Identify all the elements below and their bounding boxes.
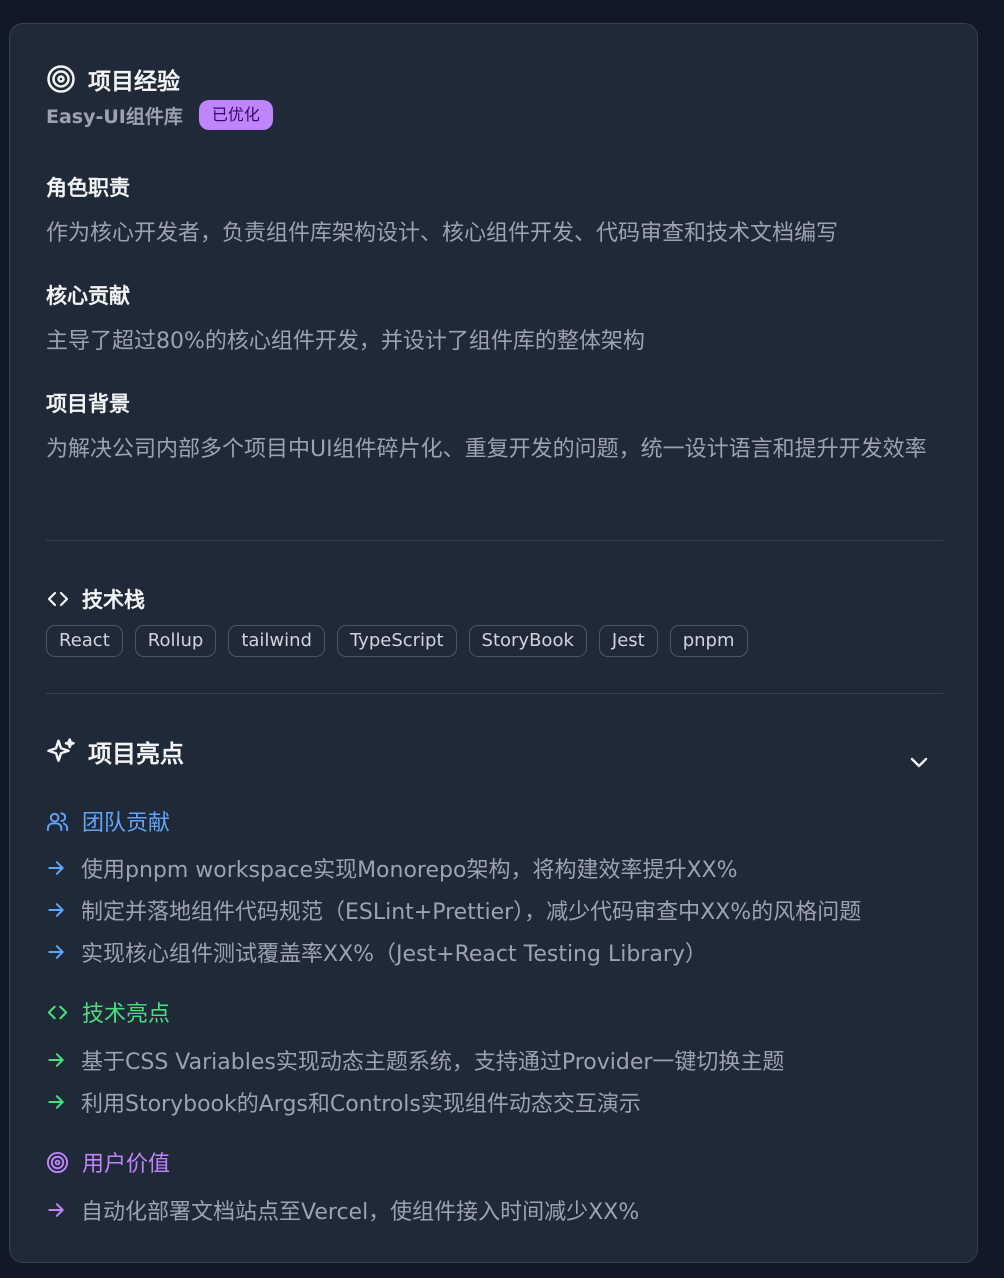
highlight-item: 制定并落地组件代码规范（ESLint+Prettier），减少代码审查中XX%的…: [46, 894, 861, 926]
tech-tag: React: [46, 625, 123, 657]
arrow-right-icon: [48, 903, 64, 917]
highlight-item: 实现核心组件测试覆盖率XX%（Jest+React Testing Librar…: [46, 936, 707, 968]
highlight-item: 利用Storybook的Args和Controls实现组件动态交互演示: [46, 1086, 641, 1118]
highlight-category-user-value: 用户价值: [46, 1146, 170, 1178]
highlight-text: 自动化部署文档站点至Vercel，使组件接入时间减少XX%: [81, 1200, 640, 1225]
arrow-right-icon: [48, 1095, 64, 1109]
project-name: Easy-UI组件库: [46, 105, 183, 128]
tech-tag: StoryBook: [468, 625, 587, 657]
sparkle-icon: [47, 737, 75, 762]
arrow-right-icon: [48, 1053, 64, 1067]
card-title: 项目经验: [88, 69, 180, 95]
tech-tag: tailwind: [228, 625, 325, 657]
highlights-title: 项目亮点: [88, 740, 184, 768]
arrow-right-icon: [48, 945, 64, 959]
highlight-text: 制定并落地组件代码规范（ESLint+Prettier），减少代码审查中XX%的…: [81, 900, 862, 925]
highlight-item: 基于CSS Variables实现动态主题系统，支持通过Provider一键切换…: [46, 1044, 784, 1076]
highlight-text: 使用pnpm workspace实现Monorepo架构，将构建效率提升XX%: [81, 858, 738, 883]
arrow-right-icon: [48, 861, 64, 875]
highlight-text: 利用Storybook的Args和Controls实现组件动态交互演示: [81, 1092, 641, 1117]
code-icon: [47, 591, 69, 607]
category-label: 团队贡献: [82, 811, 171, 836]
tech-stack-title: 技术栈: [82, 588, 145, 612]
highlight-category-team: 团队贡献: [46, 805, 170, 837]
section-text-background: 为解决公司内部多个项目中UI组件碎片化、重复开发的问题，统一设计语言和提升开发效…: [46, 437, 927, 462]
section-heading-role: 角色职责: [46, 176, 130, 200]
tech-tag-list: React Rollup tailwind TypeScript StoryBo…: [46, 625, 748, 657]
project-experience-card: 项目经验 Easy-UI组件库 已优化 角色职责 作为核心开发者，负责组件库架构…: [9, 23, 978, 1263]
highlight-item: 自动化部署文档站点至Vercel，使组件接入时间减少XX%: [46, 1194, 639, 1226]
status-badge: 已优化: [198, 100, 273, 130]
category-label: 用户价值: [82, 1152, 171, 1177]
tech-stack-header: 技术栈: [46, 584, 145, 614]
section-heading-contribution: 核心贡献: [46, 284, 130, 308]
tech-tag: Jest: [598, 625, 658, 657]
project-subtitle-row: Easy-UI组件库 已优化: [46, 100, 273, 130]
tech-tag: Rollup: [134, 625, 217, 657]
arrow-right-icon: [48, 1203, 64, 1217]
highlight-text: 实现核心组件测试覆盖率XX%（Jest+React Testing Librar…: [81, 942, 707, 967]
card-header: 项目经验: [46, 62, 180, 96]
divider: [46, 693, 943, 694]
category-label: 技术亮点: [82, 1002, 171, 1027]
highlights-header[interactable]: 项目亮点: [46, 734, 184, 769]
highlight-category-tech: 技术亮点: [46, 996, 170, 1028]
highlight-text: 基于CSS Variables实现动态主题系统，支持通过Provider一键切换…: [81, 1050, 785, 1075]
code-icon: [47, 1005, 68, 1019]
target-icon: [46, 1151, 69, 1173]
highlight-item: 使用pnpm workspace实现Monorepo架构，将构建效率提升XX%: [46, 852, 738, 884]
tech-tag: TypeScript: [336, 625, 457, 657]
chevron-down-icon[interactable]: [907, 750, 931, 774]
divider: [46, 540, 943, 541]
users-icon: [46, 811, 69, 831]
section-heading-background: 项目背景: [46, 392, 130, 416]
tech-tag: pnpm: [669, 625, 748, 657]
target-icon: [47, 65, 75, 93]
section-text-contribution: 主导了超过80%的核心组件开发，并设计了组件库的整体架构: [46, 329, 645, 354]
section-text-role: 作为核心开发者，负责组件库架构设计、核心组件开发、代码审查和技术文档编写: [46, 221, 839, 246]
